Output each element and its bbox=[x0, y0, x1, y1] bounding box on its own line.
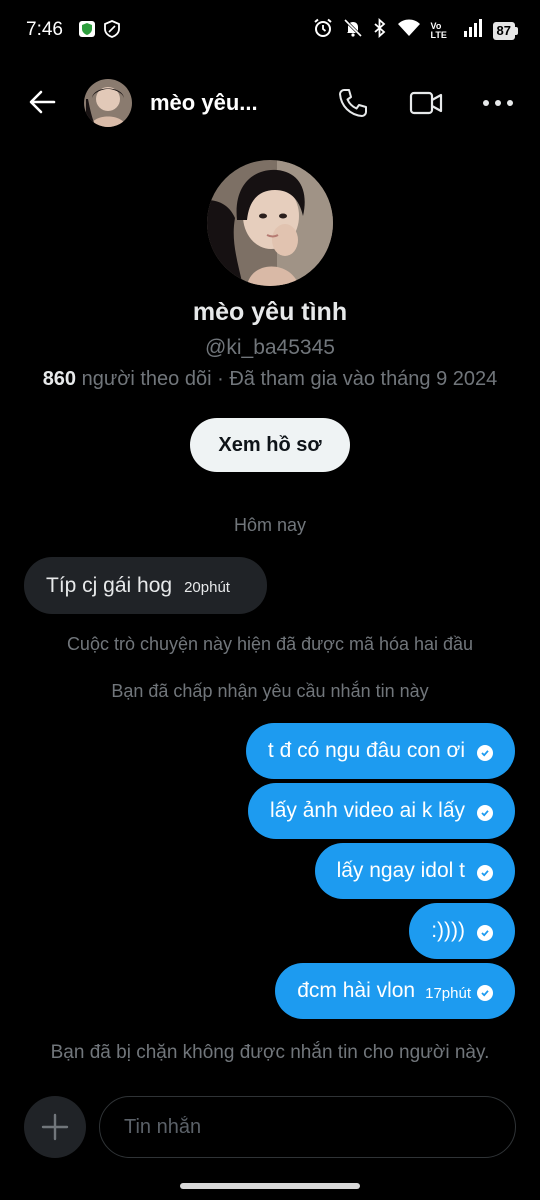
header-name[interactable]: mèo yêu... bbox=[150, 90, 258, 116]
wifi-icon bbox=[397, 18, 421, 43]
outgoing-message[interactable]: t đ có ngu đâu con ơi bbox=[245, 723, 515, 779]
followers-text: người theo dõi · Đã tham gia vào tháng 9… bbox=[76, 368, 498, 390]
call-button[interactable] bbox=[334, 84, 372, 122]
back-button[interactable] bbox=[24, 84, 60, 120]
message-text: Típ cj gái hog bbox=[46, 573, 173, 597]
read-check-icon bbox=[477, 745, 493, 761]
battery-icon: 87 bbox=[492, 21, 518, 40]
battery-level: 87 bbox=[492, 21, 515, 40]
status-time: 7:46 bbox=[26, 19, 63, 40]
status-bar: 7:46 Vo LTE 87 bbox=[0, 0, 540, 62]
message-input[interactable] bbox=[99, 1096, 516, 1158]
read-check-icon bbox=[477, 925, 493, 941]
mute-bell-icon bbox=[343, 18, 363, 43]
signal-icon bbox=[463, 18, 483, 43]
bluetooth-icon bbox=[373, 17, 387, 43]
accepted-request-notice: Bạn đã chấp nhận yêu cầu nhắn tin này bbox=[111, 681, 429, 701]
back-arrow-icon bbox=[29, 90, 56, 114]
more-icon bbox=[483, 100, 513, 106]
home-indicator[interactable] bbox=[180, 1183, 360, 1189]
message-text: đcm hài vlon bbox=[297, 979, 416, 1002]
date-separator: Hôm nay bbox=[233, 515, 307, 535]
phone-icon bbox=[339, 89, 367, 117]
outgoing-message[interactable]: lấy ảnh video ai k lấy bbox=[248, 783, 515, 839]
conversation-header: mèo yêu... bbox=[0, 70, 540, 136]
message-time: 17phút bbox=[425, 984, 471, 1002]
message-text: lấy ảnh video ai k lấy bbox=[270, 799, 465, 822]
shield-icon bbox=[104, 20, 120, 43]
message-text: lấy ngay idol t bbox=[336, 859, 465, 882]
plus-icon bbox=[41, 1113, 69, 1141]
message-text: t đ có ngu đâu con ơi bbox=[267, 739, 465, 762]
profile-handle: @ki_ba45345 bbox=[205, 336, 335, 359]
followers-count: 860 bbox=[42, 368, 77, 390]
outgoing-message[interactable]: :)))) bbox=[409, 903, 515, 959]
avatar[interactable] bbox=[84, 79, 132, 127]
video-camera-icon bbox=[409, 91, 443, 115]
encryption-notice: Cuộc trò chuyện này hiện đã được mã hóa … bbox=[66, 634, 474, 654]
message-time: 20phút bbox=[184, 579, 230, 596]
profile-avatar[interactable] bbox=[207, 160, 333, 286]
profile-name: mèo yêu tình bbox=[192, 298, 348, 326]
alarm-icon bbox=[313, 18, 333, 43]
video-call-button[interactable] bbox=[406, 84, 446, 122]
incoming-message[interactable]: Típ cj gái hog 20phút bbox=[24, 557, 267, 614]
outgoing-message[interactable]: lấy ngay idol t bbox=[314, 843, 515, 899]
message-text: :)))) bbox=[431, 919, 465, 942]
read-check-icon bbox=[477, 985, 493, 1001]
volte-label: Vo LTE bbox=[430, 20, 447, 40]
blocked-notice: Bạn đã bị chặn không được nhắn tin cho n… bbox=[50, 1042, 490, 1063]
view-profile-button[interactable]: Xem hồ sơ bbox=[190, 418, 350, 472]
read-check-icon bbox=[477, 865, 493, 881]
more-options-button[interactable] bbox=[478, 84, 518, 122]
read-check-icon bbox=[477, 805, 493, 821]
profile-meta: 860 người theo dõi · Đã tham gia vào thá… bbox=[0, 368, 540, 391]
shield-app-icon bbox=[78, 20, 96, 43]
outgoing-message[interactable]: đcm hài vlon 17phút bbox=[275, 963, 515, 1019]
add-attachment-button[interactable] bbox=[24, 1096, 86, 1158]
